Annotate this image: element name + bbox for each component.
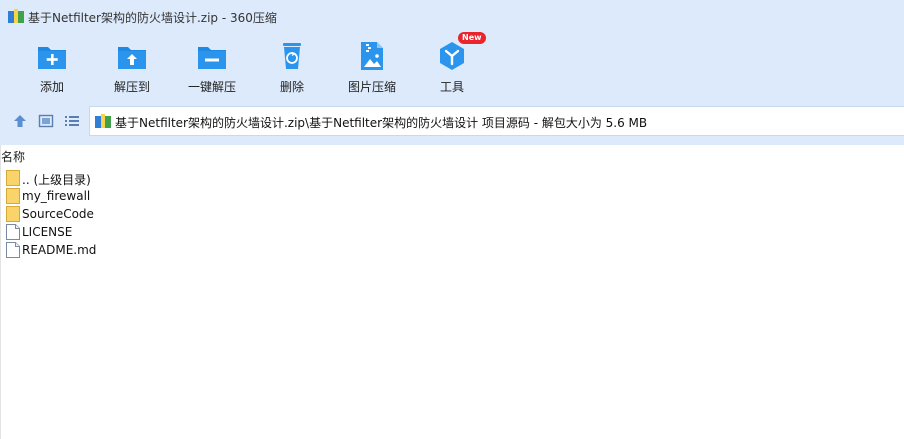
document-icon <box>6 242 20 258</box>
image-compress-button[interactable]: 图片压缩 <box>334 36 410 98</box>
list-item-license[interactable]: LICENSE <box>4 223 304 241</box>
list-item-parent-dir[interactable]: .. (上级目录) <box>4 169 304 187</box>
file-name: my_firewall <box>22 189 91 203</box>
one-click-extract-icon <box>198 47 226 69</box>
delete-icon <box>283 43 301 69</box>
list-view-icon[interactable] <box>64 113 80 129</box>
image-compress-button-label: 图片压缩 <box>347 80 396 94</box>
extract-to-icon <box>118 47 146 69</box>
title-bar: 基于Netfilter架构的防火墙设计.zip - 360压缩 <box>0 0 904 34</box>
delete-button[interactable]: 删除 <box>254 36 330 98</box>
new-badge: New <box>458 32 486 44</box>
archive-app-icon <box>8 9 24 23</box>
add-icon <box>38 47 66 69</box>
add-button[interactable]: 添加 <box>14 36 90 98</box>
one-click-extract-button-label: 一键解压 <box>187 80 236 94</box>
thumbnail-view-icon[interactable] <box>38 113 54 129</box>
tools-icon <box>440 42 464 70</box>
list-item-sourcecode[interactable]: SourceCode <box>4 205 304 223</box>
extract-to-button[interactable]: 解压到 <box>94 36 170 98</box>
address-path: 基于Netfilter架构的防火墙设计.zip\基于Netfilter架构的防火… <box>115 116 648 130</box>
image-compress-icon <box>361 42 383 70</box>
file-name: README.md <box>22 243 97 257</box>
tools-button-label: 工具 <box>439 80 464 94</box>
folder-icon <box>6 206 20 222</box>
archive-window: 基于Netfilter架构的防火墙设计.zip - 360压缩 添加 解压到 一… <box>0 0 904 439</box>
up-level-icon[interactable] <box>12 113 28 129</box>
toolbar: 添加 解压到 一键解压 删除 图片压缩 New 工具 <box>0 32 904 100</box>
one-click-extract-button[interactable]: 一键解压 <box>174 36 250 98</box>
list-item-readme[interactable]: README.md <box>4 241 304 259</box>
extract-to-button-label: 解压到 <box>113 80 150 94</box>
folder-icon <box>6 170 20 186</box>
file-rows: .. (上级目录) my_firewall SourceCode LICENSE… <box>4 169 304 259</box>
tools-button[interactable]: New 工具 <box>414 32 490 98</box>
document-icon <box>6 224 20 240</box>
add-button-label: 添加 <box>39 80 64 94</box>
delete-button-label: 删除 <box>279 80 304 94</box>
file-name: SourceCode <box>22 207 94 221</box>
address-row: 基于Netfilter架构的防火墙设计.zip\基于Netfilter架构的防火… <box>0 106 904 136</box>
address-bar[interactable]: 基于Netfilter架构的防火墙设计.zip\基于Netfilter架构的防火… <box>89 106 904 136</box>
file-name: .. (上级目录) <box>22 173 91 187</box>
file-name: LICENSE <box>22 225 73 239</box>
archive-file-icon <box>95 114 111 128</box>
list-item-my-firewall[interactable]: my_firewall <box>4 187 304 205</box>
window-chrome: 基于Netfilter架构的防火墙设计.zip - 360压缩 添加 解压到 一… <box>0 0 904 145</box>
name-column-header[interactable]: 名称 <box>1 148 25 164</box>
window-title: 基于Netfilter架构的防火墙设计.zip - 360压缩 <box>28 11 277 25</box>
folder-icon <box>6 188 20 204</box>
file-list: 名称 .. (上级目录) my_firewall SourceCode LICE… <box>0 145 904 439</box>
